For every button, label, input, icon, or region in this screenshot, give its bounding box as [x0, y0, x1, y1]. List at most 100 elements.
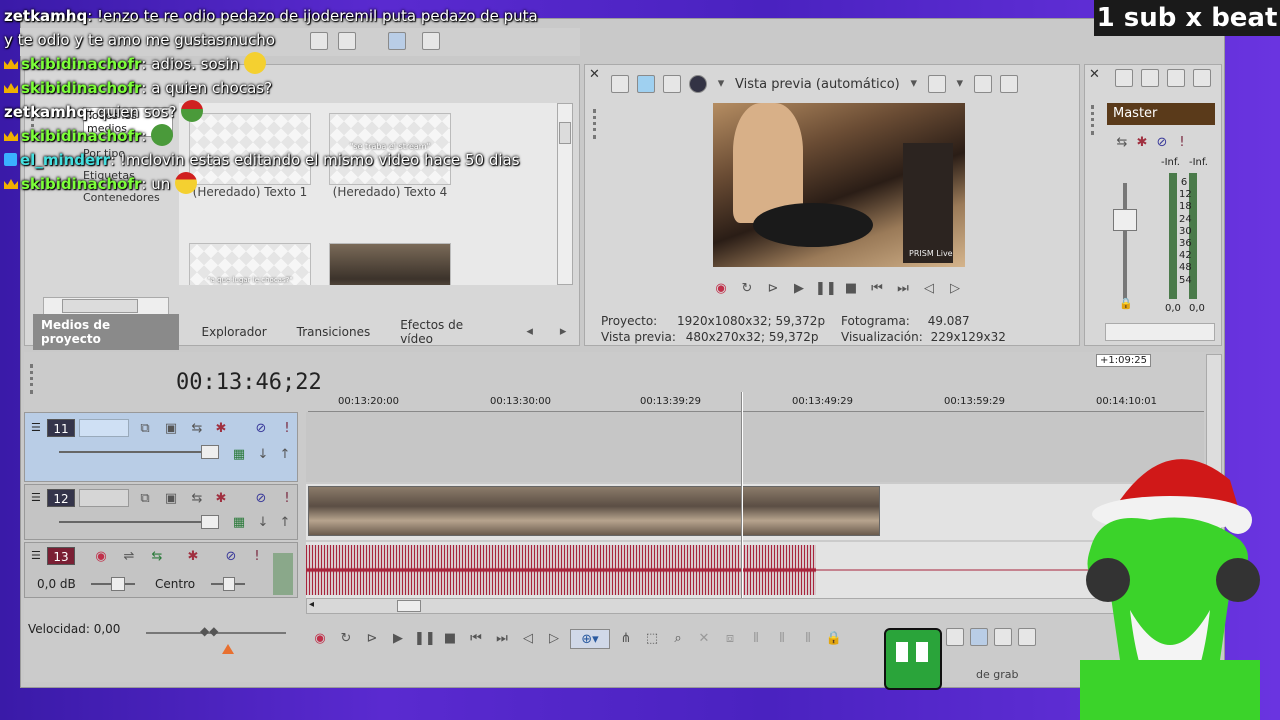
volume-slider[interactable] [111, 577, 125, 591]
tree-hscrollbar[interactable] [43, 297, 169, 315]
panel-grip[interactable] [593, 109, 597, 139]
play-icon[interactable]: ▶ [789, 279, 809, 299]
properties-icon[interactable] [611, 75, 629, 93]
next-frame-icon[interactable]: ▷ [945, 279, 965, 299]
stop-icon[interactable]: ■ [841, 279, 861, 299]
audio-waveform[interactable] [306, 545, 816, 595]
mute-icon[interactable]: ⊘ [1155, 133, 1169, 153]
track-name-field[interactable] [79, 419, 129, 437]
external-monitor-icon[interactable] [637, 75, 655, 93]
master-hscrollbar[interactable] [1105, 323, 1215, 341]
motion-icon[interactable]: ⧉ [135, 419, 155, 439]
record-icon[interactable]: ◉ [711, 279, 731, 299]
close-icon[interactable]: ✕ [1089, 67, 1100, 82]
properties-icon[interactable] [1115, 69, 1133, 87]
parent-icon[interactable]: ↑ [275, 513, 295, 533]
solo-icon[interactable]: ! [277, 489, 297, 509]
timeline-ruler[interactable]: 00:13:20:00 00:13:30:00 00:13:39:29 00:1… [308, 388, 1204, 412]
tab-video-fx[interactable]: Efectos de vídeo [392, 314, 506, 350]
split-2-icon[interactable]: ⫴ [772, 629, 792, 649]
stop-icon[interactable]: ■ [440, 629, 460, 649]
panel-grip[interactable] [1091, 105, 1095, 135]
track-lane-13[interactable] [306, 542, 1204, 598]
solo-icon[interactable]: ! [277, 419, 297, 439]
ripple-icon[interactable] [946, 628, 964, 646]
envelope-tool-icon[interactable]: ⋔ [616, 629, 636, 649]
prev-frame-icon[interactable]: ◁ [919, 279, 939, 299]
composite-icon[interactable]: ▦ [229, 445, 249, 465]
trim-icon[interactable]: ⧈ [720, 629, 740, 649]
tabs-right-icon[interactable]: ▸ [553, 322, 573, 342]
save-snapshot-icon[interactable] [999, 75, 1018, 93]
play-from-start-icon[interactable]: ⊳ [362, 629, 382, 649]
chevron-down-icon[interactable]: ▾ [954, 74, 966, 94]
preview-mode-select[interactable]: Vista previa (automático) [735, 77, 900, 92]
collapse-icon[interactable]: ☰ [31, 491, 41, 504]
fx-icon[interactable]: ✱ [1135, 133, 1149, 153]
delete-icon[interactable]: ✕ [694, 629, 714, 649]
fx-icon[interactable]: ✱ [211, 419, 231, 439]
arm-record-icon[interactable]: ◉ [91, 547, 111, 567]
playhead[interactable] [741, 392, 743, 598]
downmix-icon[interactable] [1141, 69, 1159, 87]
go-end-icon[interactable]: ⏭ [492, 629, 512, 649]
automation-icon[interactable]: ⇆ [187, 489, 207, 509]
settings-icon[interactable] [1193, 69, 1211, 87]
child-icon[interactable]: ↓ [253, 513, 273, 533]
auto-crossfade-icon[interactable] [970, 628, 988, 646]
automation-icon[interactable]: ⇆ [1115, 133, 1129, 153]
tabs-left-icon[interactable]: ◂ [520, 322, 540, 342]
mute-icon[interactable]: ⊘ [251, 489, 271, 509]
child-icon[interactable]: ↓ [253, 445, 273, 465]
pause-icon[interactable]: ❚❚ [414, 629, 436, 649]
scroll-thumb[interactable] [559, 122, 571, 144]
next-frame-icon[interactable]: ▷ [544, 629, 564, 649]
dim-icon[interactable] [1167, 69, 1185, 87]
copy-snapshot-icon[interactable] [973, 75, 992, 93]
go-start-icon[interactable]: ⏮ [867, 279, 887, 299]
media-thumb[interactable] [329, 243, 451, 285]
zoom-tool-icon[interactable]: ⌕ [668, 629, 688, 649]
parent-icon[interactable]: ↑ [275, 445, 295, 465]
track-name-field[interactable] [79, 489, 129, 507]
timeline-hscrollbar[interactable]: ◂ [306, 598, 1204, 614]
loop-icon[interactable]: ↻ [737, 279, 757, 299]
go-end-icon[interactable]: ⏭ [893, 279, 913, 299]
record-icon[interactable]: ◉ [310, 629, 330, 649]
overlays-icon[interactable] [927, 75, 946, 93]
fx-icon[interactable]: ✱ [211, 489, 231, 509]
group-icon[interactable] [1018, 628, 1036, 646]
pan-slider[interactable] [223, 577, 235, 591]
scroll-thumb[interactable] [62, 299, 138, 313]
lock-icon[interactable]: 🔒 [1119, 297, 1133, 310]
media-vscrollbar[interactable] [557, 103, 573, 285]
motion-icon[interactable]: ⧉ [135, 489, 155, 509]
prev-frame-icon[interactable]: ◁ [518, 629, 538, 649]
pan-crop-icon[interactable]: ▣ [161, 419, 181, 439]
timeline-vscrollbar[interactable] [1206, 354, 1222, 596]
tab-transitions[interactable]: Transiciones [289, 321, 379, 343]
play-icon[interactable]: ▶ [388, 629, 408, 649]
chevron-down-icon[interactable]: ▾ [715, 74, 727, 94]
mute-icon[interactable]: ⊘ [221, 547, 241, 567]
tab-explorer[interactable]: Explorador [193, 321, 274, 343]
composite-icon[interactable]: ▦ [229, 513, 249, 533]
split-screen-icon[interactable] [663, 75, 681, 93]
track-header-13[interactable]: ☰ 13 ◉ ⇌ ⇆ ✱ ⊘ ! 0,0 dB Centro [24, 542, 298, 598]
selection-tool-icon[interactable]: ⬚ [642, 629, 662, 649]
pause-icon[interactable]: ❚❚ [815, 279, 837, 299]
master-fader[interactable] [1113, 209, 1137, 231]
level-slider[interactable] [201, 515, 219, 529]
mute-icon[interactable]: ⊘ [251, 419, 271, 439]
play-from-start-icon[interactable]: ⊳ [763, 279, 783, 299]
normal-edit-tool-icon[interactable]: ⊕▾ [570, 629, 610, 649]
automation-icon[interactable]: ⇆ [187, 419, 207, 439]
invert-phase-icon[interactable]: ⇌ [119, 547, 139, 567]
automation-icon[interactable]: ⇆ [147, 547, 167, 567]
collapse-icon[interactable]: ☰ [31, 549, 41, 562]
track-lane-12[interactable] [306, 484, 1204, 540]
track-header-11[interactable]: ☰ 11 ⧉ ▣ ⇆ ✱ ⊘ ! ▦ ↓ ↑ [24, 412, 298, 482]
split-icon[interactable]: ⫴ [746, 629, 766, 649]
tab-project-media[interactable]: Medios de proyecto [33, 314, 180, 350]
track-lane-11[interactable] [306, 412, 1204, 482]
